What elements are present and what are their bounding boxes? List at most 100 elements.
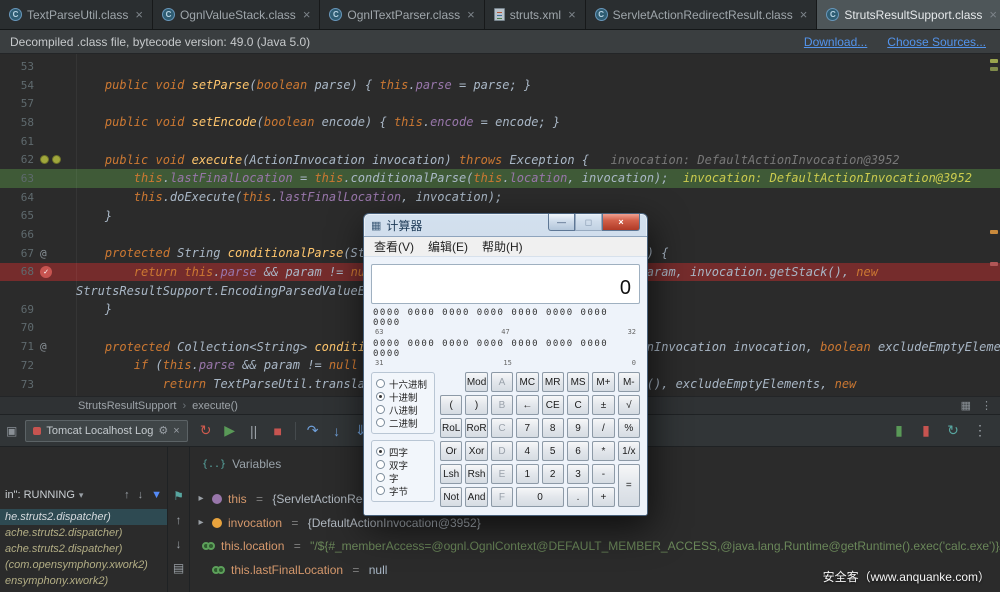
- tab-servletactionredirectresult-class[interactable]: CServletActionRedirectResult.class×: [586, 0, 818, 29]
- close-tab-icon[interactable]: ×: [303, 7, 311, 22]
- calc-key-=[interactable]: =: [618, 464, 640, 507]
- calc-key-F[interactable]: F: [491, 487, 513, 507]
- calculator-window[interactable]: ▦ 计算器 — ◻ × 查看(V)编辑(E)帮助(H) 0 0000 0000 …: [363, 213, 648, 516]
- calc-key-Lsh[interactable]: Lsh: [440, 464, 462, 484]
- calc-key-7[interactable]: 7: [516, 418, 538, 438]
- download-link[interactable]: Download...: [804, 35, 867, 49]
- radio-字节[interactable]: 字节: [376, 484, 430, 497]
- gutter[interactable]: ✓: [34, 266, 76, 278]
- settings-gear-icon[interactable]: ⚙: [158, 424, 168, 437]
- more-icon[interactable]: ⋮: [970, 422, 990, 439]
- resume-icon[interactable]: ▶: [220, 422, 240, 439]
- menu-帮助(H)[interactable]: 帮助(H): [476, 237, 529, 256]
- step-into-icon[interactable]: ↓: [327, 423, 347, 439]
- calc-key-C[interactable]: C: [567, 395, 589, 415]
- calc-key-MR[interactable]: MR: [542, 372, 564, 392]
- calc-key-+[interactable]: +: [592, 487, 614, 507]
- radio-二进制[interactable]: 二进制: [376, 416, 430, 429]
- close-tab-icon[interactable]: ×: [568, 7, 576, 22]
- menu-编辑(E)[interactable]: 编辑(E): [422, 237, 474, 256]
- gutter[interactable]: @: [34, 247, 76, 260]
- calc-key-1/x[interactable]: 1/x: [618, 441, 640, 461]
- stack-frame-row[interactable]: he.struts2.dispatcher): [0, 509, 167, 525]
- expand-chevron-icon[interactable]: ▸: [196, 517, 206, 528]
- calc-key-Mod[interactable]: Mod: [465, 372, 487, 392]
- calc-key-.[interactable]: .: [567, 487, 589, 507]
- calc-key-*[interactable]: *: [592, 441, 614, 461]
- calc-key-E[interactable]: E: [491, 464, 513, 484]
- radio-八进制[interactable]: 八进制: [376, 403, 430, 416]
- tab-ognltextparser-class[interactable]: COgnlTextParser.class×: [320, 0, 484, 29]
- expand-chevron-icon[interactable]: ▸: [196, 493, 206, 504]
- gutter[interactable]: @: [34, 340, 76, 353]
- bookmark-icon[interactable]: ⚑: [173, 489, 184, 503]
- calc-key-√[interactable]: √: [618, 395, 640, 415]
- radio-字[interactable]: 字: [376, 471, 430, 484]
- calc-key-RoR[interactable]: RoR: [465, 418, 487, 438]
- next-frame-icon[interactable]: ↓: [138, 489, 144, 501]
- calc-key-)[interactable]: ): [465, 395, 487, 415]
- tab-textparseutil-class[interactable]: CTextParseUtil.class×: [0, 0, 153, 29]
- calc-key-2[interactable]: 2: [542, 464, 564, 484]
- rerun-icon[interactable]: ↻: [196, 422, 216, 439]
- calculator-titlebar[interactable]: ▦ 计算器 — ◻ ×: [364, 214, 647, 236]
- copy-icon[interactable]: ▤: [173, 561, 184, 575]
- calc-key-And[interactable]: And: [465, 487, 487, 507]
- stack-frame-row[interactable]: ache.struts2.dispatcher): [0, 525, 167, 541]
- stack-frame-row[interactable]: (com.opensymphony.xwork2): [0, 557, 167, 573]
- choose-sources-link[interactable]: Choose Sources...: [887, 35, 986, 49]
- close-button[interactable]: ×: [602, 214, 640, 231]
- minimize-button[interactable]: —: [548, 214, 575, 231]
- coverage-red-icon[interactable]: ▮: [916, 422, 936, 439]
- close-tab-icon[interactable]: ×: [467, 7, 475, 22]
- calc-key-4[interactable]: 4: [516, 441, 538, 461]
- calc-key-Xor[interactable]: Xor: [465, 441, 487, 461]
- calc-key-1[interactable]: 1: [516, 464, 538, 484]
- breakpoint-icon[interactable]: ✓: [40, 266, 52, 278]
- previous-frame-icon[interactable]: ↑: [124, 489, 130, 501]
- move-down-icon[interactable]: ↓: [176, 537, 182, 551]
- calc-key-Rsh[interactable]: Rsh: [465, 464, 487, 484]
- calc-key-8[interactable]: 8: [542, 418, 564, 438]
- step-over-icon[interactable]: ↷: [303, 422, 323, 439]
- calc-key-RoL[interactable]: RoL: [440, 418, 462, 438]
- coverage-green-icon[interactable]: ▮: [889, 422, 909, 439]
- calc-key-6[interactable]: 6: [567, 441, 589, 461]
- calc-key-CE[interactable]: CE: [542, 395, 564, 415]
- radio-四字[interactable]: 四字: [376, 445, 430, 458]
- close-tab-icon[interactable]: ×: [800, 7, 808, 22]
- error-stripe[interactable]: [988, 54, 1000, 396]
- close-tab-icon[interactable]: ×: [989, 7, 997, 22]
- debug-tab-tomcat-log[interactable]: Tomcat Localhost Log ⚙ ×: [25, 420, 187, 442]
- filter-frames-icon[interactable]: ▼: [151, 489, 162, 501]
- calc-key-/[interactable]: /: [592, 418, 614, 438]
- radio-十进制[interactable]: 十进制: [376, 390, 430, 403]
- calc-key-±[interactable]: ±: [592, 395, 614, 415]
- calc-key-5[interactable]: 5: [542, 441, 564, 461]
- calc-key-9[interactable]: 9: [567, 418, 589, 438]
- calc-key-←[interactable]: ←: [516, 395, 538, 415]
- stack-frame-row[interactable]: ensymphony.xwork2): [0, 573, 167, 589]
- radio-十六进制[interactable]: 十六进制: [376, 377, 430, 390]
- calc-key-MS[interactable]: MS: [567, 372, 589, 392]
- calc-key-A[interactable]: A: [491, 372, 513, 392]
- thread-selector[interactable]: in": RUNNING: [5, 489, 75, 501]
- calc-key-3[interactable]: 3: [567, 464, 589, 484]
- breadcrumb-item[interactable]: StrutsResultSupport: [78, 400, 176, 412]
- calc-key-C[interactable]: C: [491, 418, 513, 438]
- calc-key-D[interactable]: D: [491, 441, 513, 461]
- calc-key-Or[interactable]: Or: [440, 441, 462, 461]
- calc-key-M+[interactable]: M+: [592, 372, 614, 392]
- breadcrumb-item[interactable]: execute(): [192, 400, 238, 412]
- variable-row[interactable]: this.location = "/${#_memberAccess=@ognl…: [190, 534, 1000, 558]
- tool-window-icon[interactable]: ▣: [6, 424, 17, 438]
- radio-双字[interactable]: 双字: [376, 458, 430, 471]
- gutter[interactable]: [34, 155, 76, 164]
- pause-icon[interactable]: ||: [244, 423, 264, 439]
- bit-row[interactable]: 0000 0000 0000 0000 0000 0000 0000 0000: [373, 339, 638, 359]
- move-up-icon[interactable]: ↑: [176, 513, 182, 527]
- bit-display[interactable]: 0000 0000 0000 0000 0000 0000 0000 00006…: [373, 308, 638, 367]
- calc-key-0[interactable]: 0: [516, 487, 564, 507]
- tab-strutsresultsupport-class[interactable]: CStrutsResultSupport.class×: [817, 0, 1000, 29]
- tab-struts-xml[interactable]: struts.xml×: [485, 0, 586, 29]
